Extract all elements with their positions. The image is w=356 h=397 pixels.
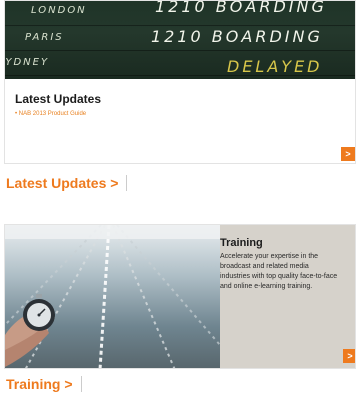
board-city-paris: PARIS [25,32,64,43]
training-text-panel: Training Accelerate your expertise in th… [220,225,355,368]
swimming-pool-image [5,225,220,368]
latest-updates-arrow-button[interactable]: > [341,147,355,161]
stopwatch-icon [23,294,55,331]
nab-product-guide-link[interactable]: • NAB 2013 Product Guide [15,111,86,117]
training-title: Training [220,237,263,249]
board-city-sydney: SYDNEY [5,57,50,68]
chevron-right-icon: > [345,149,351,159]
board-status-3: DELAYED [227,57,323,76]
training-description: Accelerate your expertise in the broadca… [220,253,338,290]
board-status-2: 1210 BOARDING [151,27,323,46]
training-arrow-button[interactable]: > [343,349,355,363]
latest-updates-body: Latest Updates • NAB 2013 Product Guide … [5,79,355,163]
training-card[interactable]: Training Accelerate your expertise in th… [4,224,356,369]
board-status-1: 1210 BOARDING [155,1,327,16]
chevron-right-icon: > [347,351,353,361]
board-city-london: LONDON [31,5,87,16]
latest-updates-heading: Latest Updates [15,92,102,106]
latest-updates-card[interactable]: LONDON PARIS SYDNEY 1210 BOARDING 1210 B… [4,0,356,164]
latest-updates-section-link[interactable]: Latest Updates > [4,175,128,191]
departure-board-image: LONDON PARIS SYDNEY 1210 BOARDING 1210 B… [5,1,355,79]
training-section-link[interactable]: Training > [4,376,82,392]
